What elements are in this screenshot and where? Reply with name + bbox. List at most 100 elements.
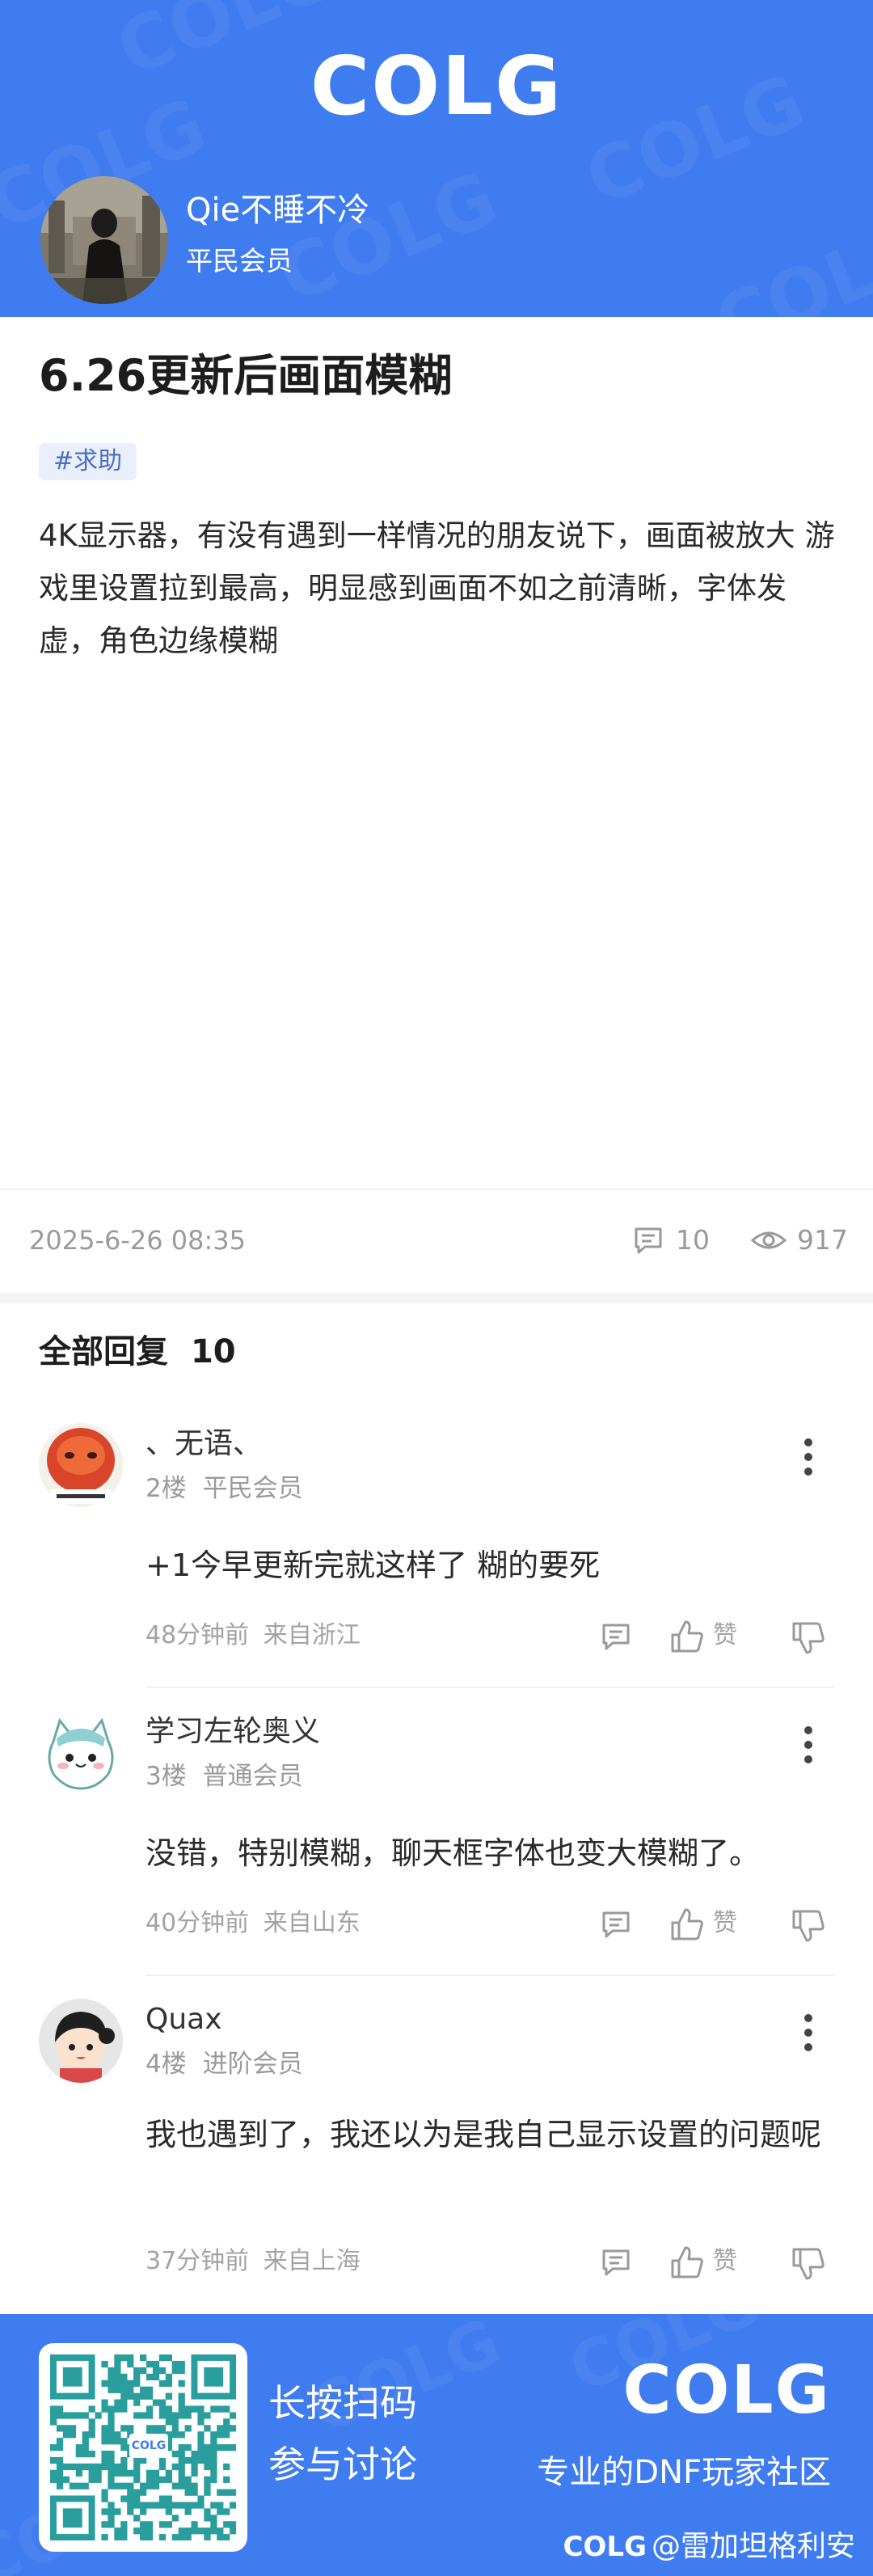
cta-line-2: 参与讨论 [268,2443,417,2486]
qr-module [133,2489,141,2496]
qr-module [108,2438,115,2445]
qr-module [197,2495,205,2502]
footer-colg-logo: COLG [622,2352,831,2429]
qr-module [108,2418,115,2426]
qr-module [127,2508,134,2515]
qr-module [178,2463,185,2471]
author-name[interactable]: Qie不睡不冷 [186,189,369,231]
qr-module [133,2399,141,2406]
dislike-icon[interactable] [791,1620,826,1656]
qr-module [223,2521,230,2528]
qr-module [133,2456,141,2464]
reply-avatar[interactable] [39,1711,123,1795]
qr-module [230,2489,237,2496]
reply-comment-icon[interactable] [600,2246,632,2278]
author-avatar[interactable] [40,176,168,304]
qr-module [178,2399,185,2406]
qr-module [178,2405,185,2413]
qr-module [217,2425,224,2432]
qr-module [165,2405,172,2413]
qr-module [165,2502,172,2509]
qr-module [108,2367,115,2375]
qr-module [62,2463,70,2471]
like-label[interactable]: 赞 [713,1907,737,1940]
qr-module [88,2405,95,2413]
qr-code[interactable]: COLG [39,2343,247,2552]
qr-module [114,2360,121,2368]
qr-module [101,2360,108,2368]
qr-module [140,2482,147,2489]
like-icon[interactable] [669,1907,705,1942]
qr-module [178,2476,185,2483]
qr-module [197,2456,205,2464]
qr-module [140,2392,147,2400]
reply-author[interactable]: Quax [146,2000,222,2039]
qr-module [165,2380,172,2387]
qr-module [158,2534,167,2541]
qr-module [95,2412,102,2419]
qr-module [184,2405,192,2413]
qr-module [56,2405,64,2413]
like-icon[interactable] [669,2244,705,2280]
reply-avatar[interactable] [39,1999,123,2083]
post-body: 4K显示器，有没有遇到一样情况的朋友说下，画面被放大 游戏里设置拉到最高，明显感… [39,518,835,658]
more-options-icon[interactable] [789,1722,828,1767]
qr-module [140,2412,147,2419]
qr-module [204,2444,211,2451]
qr-module [88,2418,95,2426]
post-tag[interactable]: #求助 [39,443,137,480]
qr-module [108,2386,115,2393]
qr-module [146,2425,154,2432]
qr-module [152,2482,160,2489]
qr-module [204,2412,211,2419]
reply-location: 来自上海 [263,2247,361,2275]
qr-module [108,2412,115,2419]
qr-module [56,2469,64,2477]
qr-module [82,2450,89,2458]
qr-module [171,2431,179,2439]
qr-module [120,2527,128,2535]
reply-divider [146,1687,834,1688]
qr-module [140,2456,147,2464]
dislike-icon[interactable] [791,1908,826,1944]
qr-module [82,2482,89,2489]
more-options-icon[interactable] [789,2010,828,2055]
qr-module [56,2412,64,2419]
reply-comment-icon[interactable] [600,1908,632,1940]
colg-logo: COLG [310,39,563,133]
qr-module [146,2534,154,2541]
qr-module [101,2508,108,2515]
reply-divider [146,1974,834,1976]
qr-module [140,2489,147,2496]
dislike-icon[interactable] [791,2246,826,2282]
like-icon[interactable] [669,1619,705,1654]
qr-module [133,2373,141,2381]
qr-module [50,2476,57,2483]
qr-module [171,2450,179,2458]
qr-module [230,2412,237,2419]
reply-author[interactable]: 、无语、 [146,1425,262,1463]
qr-module [191,2482,198,2489]
qr-module [223,2418,230,2426]
qr-module [178,2469,185,2477]
like-label[interactable]: 赞 [713,1619,737,1653]
reply-avatar[interactable] [39,1423,123,1507]
reply-comment-icon[interactable] [600,1620,632,1653]
qr-module [178,2392,185,2400]
qr-module [230,2521,237,2528]
qr-module [191,2450,198,2458]
qr-module [140,2502,147,2509]
qr-module [204,2508,211,2515]
qr-module [101,2431,108,2439]
qr-module [223,2425,230,2432]
more-options-icon[interactable] [789,1434,828,1480]
qr-module [82,2438,89,2445]
qr-module [152,2469,160,2477]
like-label[interactable]: 赞 [713,2244,737,2278]
qr-module [217,2508,224,2515]
qr-module [133,2527,141,2535]
reply-author[interactable]: 学习左轮奥义 [146,1712,320,1751]
qr-module [171,2367,179,2375]
qr-module [101,2495,108,2502]
qr-module [101,2399,108,2406]
